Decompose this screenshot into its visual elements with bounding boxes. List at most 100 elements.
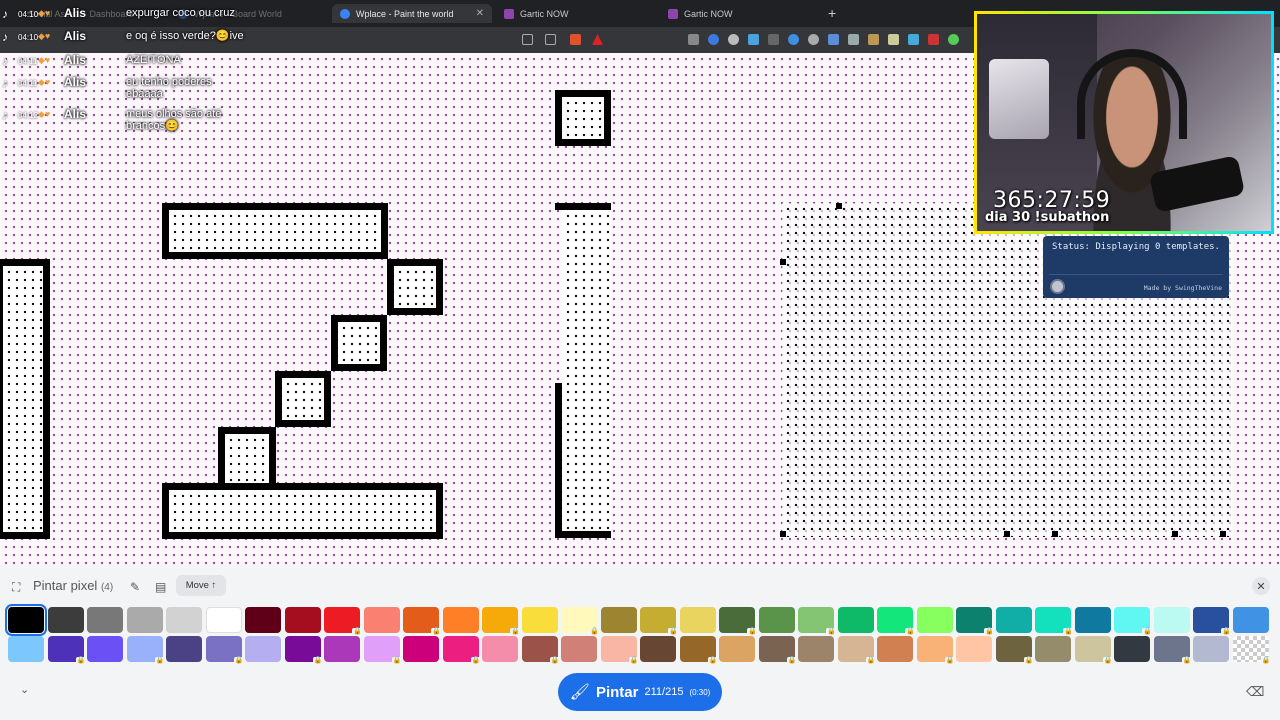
- chevron-down-icon[interactable]: ⌄: [20, 683, 29, 696]
- color-swatch[interactable]: [1114, 636, 1150, 662]
- color-swatch[interactable]: 🔒: [403, 607, 442, 636]
- color-swatch[interactable]: 🔒: [719, 607, 758, 636]
- move-button[interactable]: Move ↑: [176, 575, 226, 596]
- color-swatch[interactable]: 🔒: [205, 636, 245, 665]
- color-swatch[interactable]: 🔒: [284, 636, 324, 665]
- color-swatch[interactable]: 🔒: [1153, 636, 1193, 665]
- color-swatch[interactable]: [8, 636, 44, 662]
- color-swatch[interactable]: [1193, 636, 1229, 662]
- extension-icon[interactable]: [748, 34, 759, 45]
- save-icon[interactable]: ▤: [155, 580, 166, 594]
- color-swatch[interactable]: [482, 636, 518, 662]
- lock-icon: 🔒: [826, 628, 837, 636]
- brave-shield-icon[interactable]: [570, 34, 581, 45]
- extension-icon[interactable]: [728, 34, 739, 45]
- color-swatch[interactable]: [916, 607, 953, 633]
- color-swatch[interactable]: [205, 607, 242, 633]
- color-swatch[interactable]: [758, 607, 795, 633]
- color-swatch[interactable]: [403, 636, 439, 662]
- color-swatch[interactable]: [1074, 607, 1111, 633]
- tab-wplace-paint[interactable]: Wplace - Paint the world ✕: [332, 4, 492, 23]
- paint-button[interactable]: 🖌 Pintar 211/215 (0:30): [558, 673, 722, 711]
- extension-icon[interactable]: [888, 34, 899, 45]
- color-swatch[interactable]: [1232, 607, 1269, 633]
- extension-icon[interactable]: [808, 34, 819, 45]
- color-swatch[interactable]: 🔒: [956, 607, 995, 636]
- color-swatch[interactable]: 🔒: [1074, 636, 1114, 665]
- color-swatch[interactable]: [1153, 607, 1190, 633]
- close-panel-button[interactable]: ✕: [1252, 577, 1270, 595]
- tab-close-icon[interactable]: ✕: [476, 8, 484, 19]
- screen-cast-icon[interactable]: [522, 34, 533, 45]
- color-swatch[interactable]: [47, 607, 84, 633]
- share-icon[interactable]: [545, 34, 556, 45]
- color-swatch[interactable]: [1035, 636, 1071, 662]
- color-swatch[interactable]: [719, 636, 755, 662]
- color-swatch[interactable]: 🔒: [679, 636, 719, 665]
- color-swatch[interactable]: 🔒: [1035, 607, 1074, 636]
- color-swatch[interactable]: [87, 636, 123, 662]
- color-swatch[interactable]: [995, 607, 1032, 633]
- new-tab-button[interactable]: +: [828, 5, 836, 21]
- color-swatch[interactable]: [126, 607, 163, 633]
- color-swatch[interactable]: 🔒: [758, 636, 798, 665]
- color-swatch[interactable]: 🔒: [561, 607, 600, 636]
- color-swatch[interactable]: 🔒: [600, 636, 640, 665]
- lock-icon: 🔒: [470, 657, 482, 665]
- extension-icon[interactable]: [908, 34, 919, 45]
- color-swatch[interactable]: 🔒: [798, 607, 837, 636]
- color-swatch[interactable]: 🔒: [995, 636, 1035, 665]
- color-swatch[interactable]: 🔒: [916, 636, 956, 665]
- color-swatch[interactable]: 🔒: [1114, 607, 1153, 636]
- fullscreen-icon[interactable]: ⛶: [12, 580, 20, 595]
- color-swatch[interactable]: [166, 607, 202, 633]
- color-swatch[interactable]: 🔒: [837, 636, 877, 665]
- tab-gartic-1[interactable]: Gartic NOW: [496, 4, 656, 23]
- color-swatch[interactable]: [837, 607, 874, 633]
- color-swatch[interactable]: [877, 636, 913, 662]
- color-swatch[interactable]: 🔒: [126, 636, 166, 665]
- color-swatch[interactable]: [245, 607, 281, 633]
- color-swatch[interactable]: 🔒: [324, 607, 363, 636]
- color-swatch[interactable]: [166, 636, 202, 662]
- color-swatch[interactable]: [600, 607, 637, 633]
- color-swatch[interactable]: 🔒: [47, 636, 87, 665]
- tab-gartic-2[interactable]: Gartic NOW: [660, 4, 820, 23]
- color-swatch[interactable]: 🔒: [877, 607, 916, 636]
- extension-icon[interactable]: [828, 34, 839, 45]
- color-swatch[interactable]: 🔒: [482, 607, 521, 636]
- pixel-marker: [780, 259, 786, 265]
- extension-icon[interactable]: [788, 34, 799, 45]
- pixel-art-line: [555, 383, 562, 538]
- color-swatch[interactable]: [245, 636, 281, 662]
- color-swatch[interactable]: [284, 607, 321, 633]
- extension-icon[interactable]: [868, 34, 879, 45]
- pencil-icon[interactable]: ✎: [130, 580, 140, 594]
- color-swatch[interactable]: [87, 607, 123, 633]
- extension-icon[interactable]: [928, 34, 939, 45]
- color-swatch[interactable]: 🔒: [1193, 607, 1232, 636]
- color-swatch[interactable]: [324, 636, 360, 662]
- extension-icon[interactable]: [688, 34, 699, 45]
- color-swatch[interactable]: [363, 607, 400, 633]
- color-swatch[interactable]: [5, 604, 47, 636]
- color-swatch[interactable]: [956, 636, 992, 662]
- color-swatch[interactable]: 🔒: [521, 636, 561, 665]
- chat-message: ♪ 04:11 ◆♥ Alis AZEITONA: [2, 52, 256, 74]
- color-swatch[interactable]: 🔒: [640, 607, 679, 636]
- color-swatch[interactable]: [679, 607, 716, 633]
- color-swatch[interactable]: [521, 607, 558, 633]
- bluemarble-logo-icon[interactable]: [1050, 279, 1065, 294]
- color-swatch[interactable]: [798, 636, 834, 662]
- color-swatch[interactable]: 🔒: [442, 636, 482, 665]
- extension-icon[interactable]: [848, 34, 859, 45]
- color-swatch[interactable]: [561, 636, 597, 662]
- extension-icon[interactable]: [768, 34, 779, 45]
- color-swatch[interactable]: 🔒: [363, 636, 403, 665]
- extension-icon[interactable]: [708, 34, 719, 45]
- color-swatch[interactable]: [640, 636, 676, 662]
- extension-icon[interactable]: [948, 34, 959, 45]
- color-swatch[interactable]: [442, 607, 479, 633]
- eraser-icon[interactable]: ⌫: [1246, 684, 1264, 700]
- color-swatch[interactable]: 🔒: [1232, 636, 1272, 665]
